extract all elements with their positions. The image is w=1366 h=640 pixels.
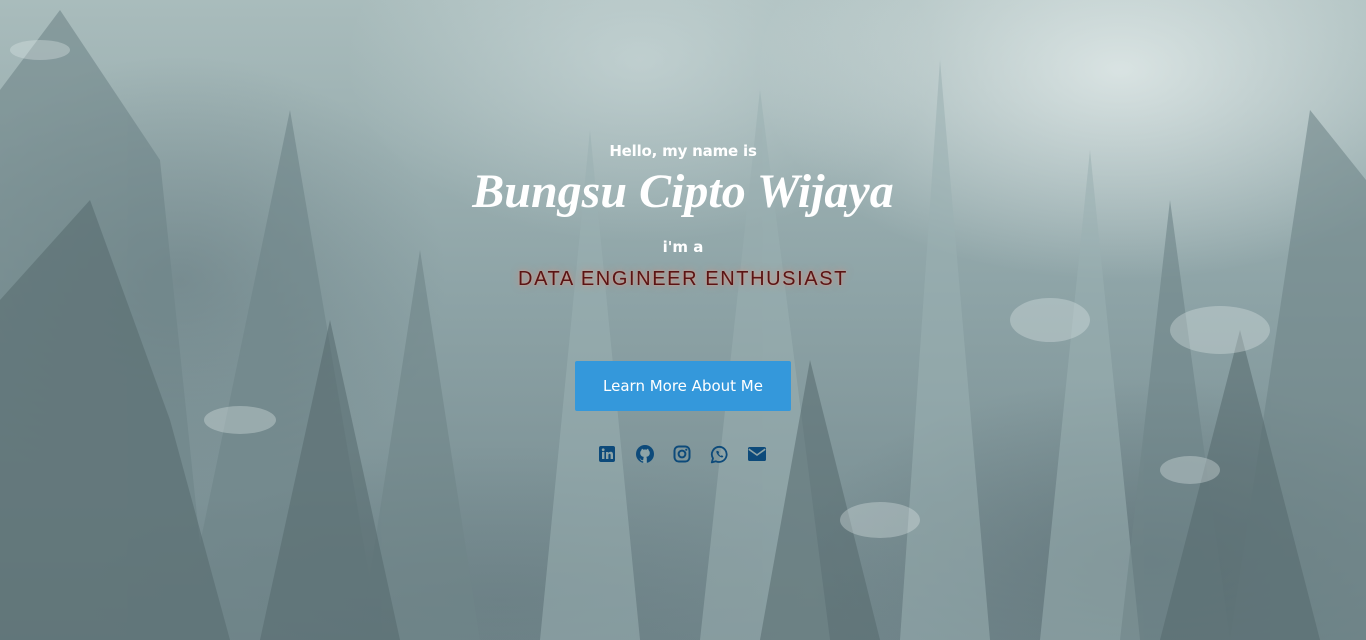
whatsapp-link[interactable] xyxy=(708,443,730,465)
github-link[interactable] xyxy=(634,443,656,465)
greeting-text: Hello, my name is xyxy=(609,142,757,160)
envelope-icon xyxy=(747,446,767,462)
whatsapp-icon xyxy=(710,445,729,464)
linkedin-icon xyxy=(598,445,616,463)
name-heading: Bungsu Cipto Wijaya xyxy=(472,165,894,218)
intro-text: i'm a xyxy=(662,238,704,256)
instagram-link[interactable] xyxy=(671,443,693,465)
social-links xyxy=(0,443,1366,465)
instagram-icon xyxy=(673,445,691,463)
learn-more-button[interactable]: Learn More About Me xyxy=(575,361,791,411)
email-link[interactable] xyxy=(746,443,768,465)
hero-section: Hello, my name is Bungsu Cipto Wijaya i'… xyxy=(0,0,1366,640)
role-typewriter-text: DATA ENGINEER ENTHUSIAST xyxy=(518,268,848,290)
github-icon xyxy=(635,444,655,464)
linkedin-link[interactable] xyxy=(596,443,618,465)
